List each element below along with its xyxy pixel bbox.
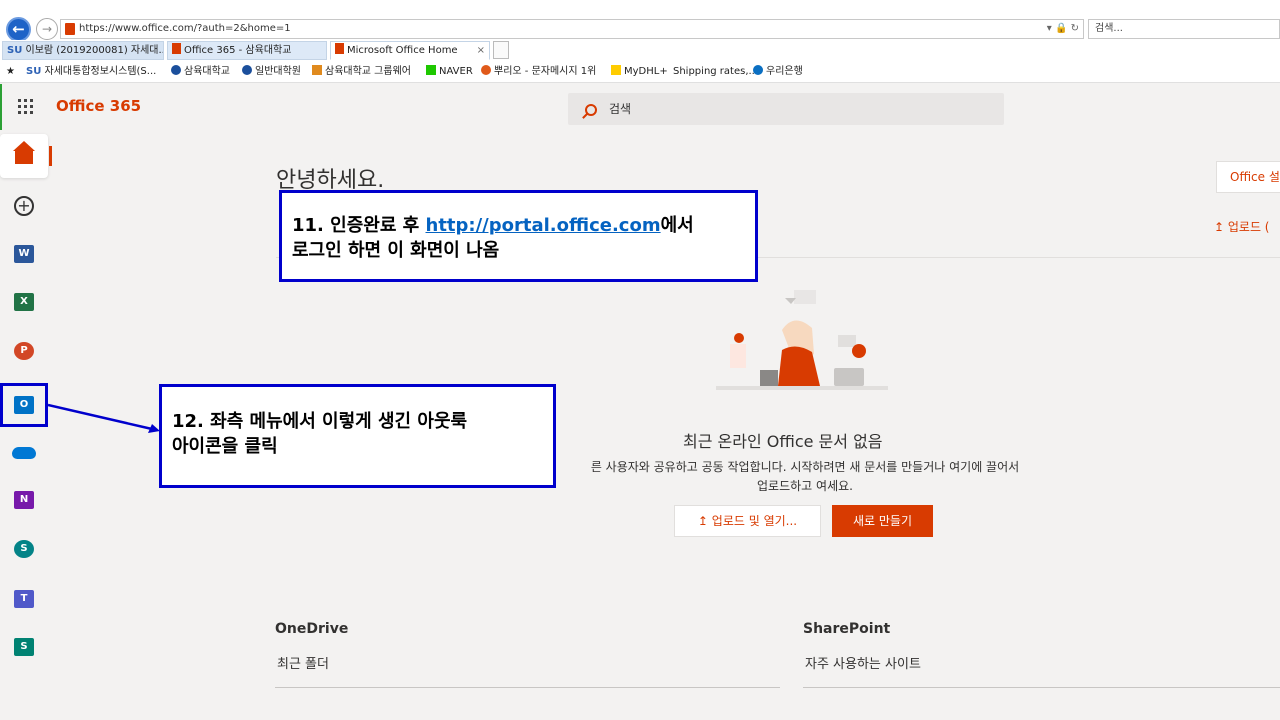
rail-excel[interactable]: X	[0, 280, 48, 324]
grid-icon	[312, 65, 322, 75]
office-icon	[335, 43, 344, 54]
back-arrow-icon[interactable]: ←	[6, 17, 31, 42]
callout-11-line1: 11. 인증완료 후 http://portal.office.com에서	[292, 215, 694, 236]
rail-sway[interactable]: S	[0, 625, 48, 669]
su-logo-icon: SU	[7, 45, 23, 56]
empty-state-title: 최근 온라인 Office 문서 없음	[683, 432, 883, 451]
callout-step-11: 11. 인증완료 후 http://portal.office.com에서 로그…	[279, 190, 758, 282]
rail-word[interactable]: W	[0, 232, 48, 276]
forward-arrow-icon[interactable]: →	[36, 18, 58, 40]
office-header: Office 365 검색	[0, 84, 1280, 130]
favorites-bar: ★ SU 자세대통합정보시스템(S... 삼육대학교 일반대학원 삼육대학교 그…	[0, 61, 1280, 83]
office365-brand[interactable]: Office 365	[56, 97, 141, 115]
sharepoint-section-title[interactable]: SharePoint	[803, 621, 890, 637]
fav-sahmyook[interactable]: 삼육대학교	[171, 61, 230, 83]
callout-12-line2: 아이콘을 클릭	[172, 436, 278, 457]
tab-su-portal[interactable]: SU 이보람 (2019200081) 자세대...	[2, 41, 164, 60]
empty-desc-line2: 업로드하고 여세요.	[757, 479, 853, 493]
url-text: https://www.office.com/?auth=2&home=1	[79, 23, 291, 34]
upload-and-open-button[interactable]: ↥ 업로드 및 열기...	[674, 505, 821, 537]
woori-icon	[753, 65, 763, 75]
favorites-star-icon[interactable]: ★	[6, 61, 15, 83]
tab-label: Microsoft Office Home	[347, 45, 458, 56]
close-tab-icon[interactable]: ×	[477, 42, 485, 59]
teams-icon: T	[14, 590, 34, 608]
globe-icon	[242, 65, 252, 75]
rail-create[interactable]: +	[0, 184, 48, 228]
callout-12-line1: 12. 좌측 메뉴에서 이렇게 생긴 아웃룩	[172, 411, 468, 432]
plus-icon: +	[14, 196, 34, 216]
empty-state-illustration	[716, 290, 888, 390]
dhl-icon	[611, 65, 621, 75]
app-launcher-icon[interactable]	[18, 99, 34, 115]
office-search-input[interactable]: 검색	[568, 93, 1004, 125]
browser-search-input[interactable]: 검색...	[1088, 19, 1280, 39]
office-icon	[172, 43, 181, 54]
onedrive-divider	[275, 687, 780, 688]
fav-groupware[interactable]: 삼육대학교 그룹웨어	[312, 61, 411, 83]
excel-icon: X	[14, 293, 34, 311]
sharepoint-divider	[803, 687, 1280, 688]
rail-sharepoint[interactable]: S	[0, 527, 48, 571]
browser-address-bar-row: ← → https://www.office.com/?auth=2&home=…	[0, 0, 1280, 42]
search-placeholder: 검색	[609, 102, 632, 116]
office-favicon-icon	[65, 23, 75, 35]
callout-step-12: 12. 좌측 메뉴에서 이렇게 생긴 아웃룩 아이콘을 클릭	[159, 384, 556, 488]
tab-office365[interactable]: Office 365 - 삼육대학교	[167, 41, 327, 60]
globe-icon	[171, 65, 181, 75]
fav-shipping[interactable]: Shipping rates,...	[673, 61, 758, 83]
onedrive-recent-folders: 최근 폴더	[277, 657, 329, 672]
empty-desc-line1: 른 사용자와 공유하고 공동 작업합니다. 시작하려면 새 문서를 만들거나 여…	[590, 460, 1020, 474]
onedrive-section-title[interactable]: OneDrive	[275, 621, 348, 637]
rail-onedrive[interactable]	[0, 430, 48, 474]
browser-tab-row: SU 이보람 (2019200081) 자세대... Office 365 - …	[0, 40, 1280, 61]
install-office-button[interactable]: Office 설	[1216, 161, 1280, 193]
create-new-button[interactable]: 새로 만들기	[832, 505, 933, 537]
powerpoint-icon: P	[14, 342, 34, 360]
home-icon	[13, 141, 35, 164]
callout-arrow-icon	[48, 403, 160, 433]
fav-naver[interactable]: NAVER	[426, 61, 473, 83]
rail-teams[interactable]: T	[0, 577, 48, 621]
tab-label: Office 365 - 삼육대학교	[184, 45, 292, 56]
rail-home[interactable]	[0, 134, 48, 178]
fav-mydhl[interactable]: MyDHL+	[611, 61, 668, 83]
sway-icon: S	[14, 638, 34, 656]
rail-powerpoint[interactable]: P	[0, 329, 48, 373]
sharepoint-frequent-sites: 자주 사용하는 사이트	[805, 657, 921, 672]
naver-icon	[426, 65, 436, 75]
new-tab-button[interactable]	[493, 41, 509, 59]
portal-link[interactable]: http://portal.office.com	[426, 215, 661, 236]
rail-onenote[interactable]: N	[0, 478, 48, 522]
sharepoint-icon: S	[14, 540, 34, 558]
onedrive-cloud-icon	[12, 447, 36, 459]
url-tools-icons[interactable]: ▾ 🔒 ↻	[1047, 20, 1079, 38]
url-field[interactable]: https://www.office.com/?auth=2&home=1 ▾ …	[60, 19, 1084, 39]
home-active-indicator	[49, 146, 52, 166]
tab-office-home[interactable]: Microsoft Office Home ×	[330, 41, 490, 60]
outlook-highlight-box	[0, 383, 48, 427]
tab-label: 이보람 (2019200081) 자세대...	[25, 45, 164, 56]
fav-woori[interactable]: 우리은행	[753, 61, 803, 83]
search-icon	[585, 104, 597, 116]
upload-open-link[interactable]: ↥ 업로드 (	[1214, 218, 1270, 235]
word-icon: W	[14, 245, 34, 263]
ppurio-icon	[481, 65, 491, 75]
onenote-icon: N	[14, 491, 34, 509]
fav-ppurio[interactable]: 뿌리오 - 문자메시지 1위	[481, 61, 596, 83]
fav-su-portal[interactable]: SU 자세대통합정보시스템(S...	[26, 61, 156, 83]
empty-state-description: 른 사용자와 공유하고 공동 작업합니다. 시작하려면 새 문서를 만들거나 여…	[540, 458, 1070, 496]
fav-graduate[interactable]: 일반대학원	[242, 61, 301, 83]
callout-11-line2: 로그인 하면 이 화면이 나옴	[292, 240, 500, 261]
